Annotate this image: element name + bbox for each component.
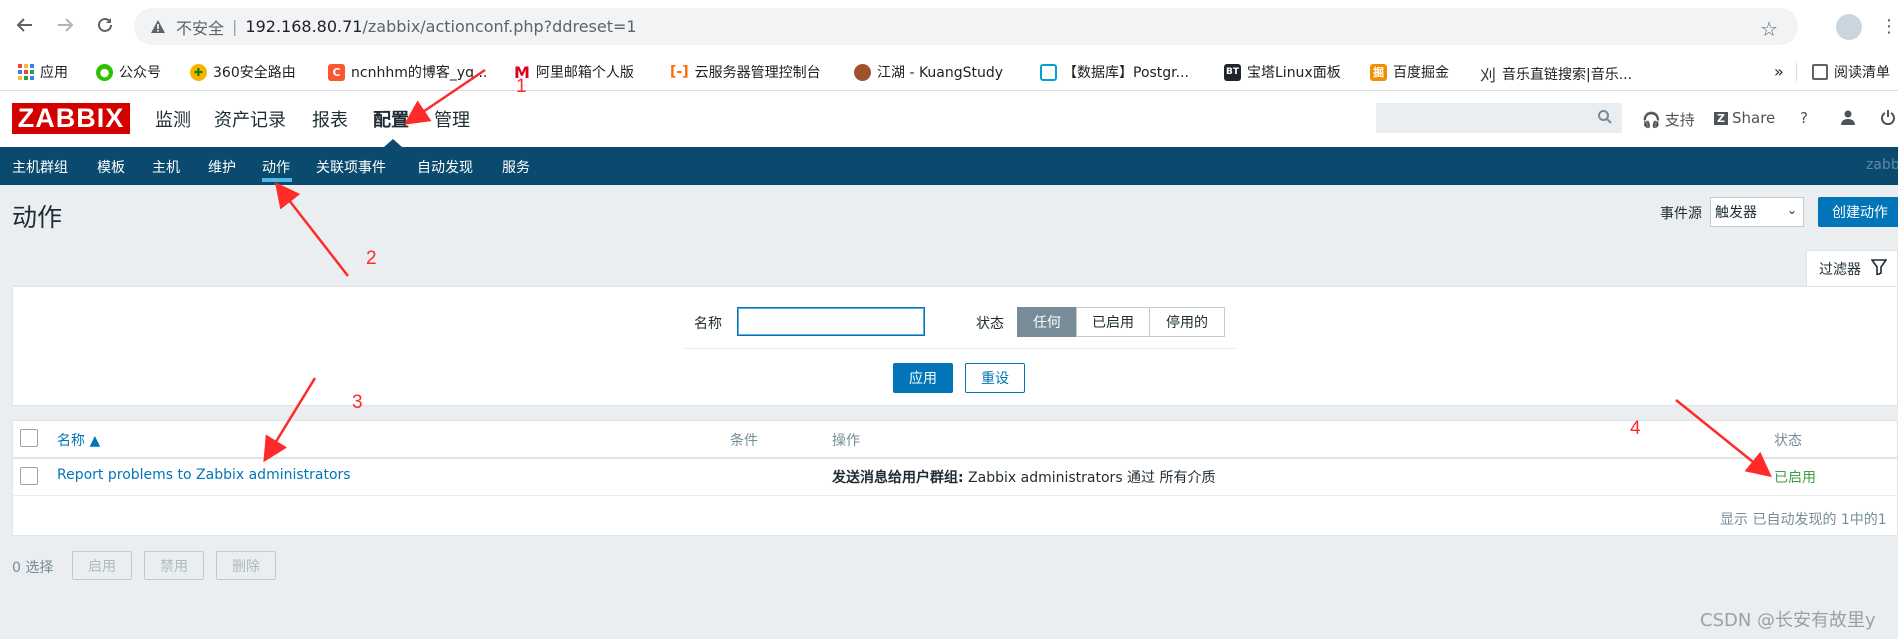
csdn-watermark: CSDN @长安有故里y (1700, 610, 1876, 631)
annotation-arrow-2 (274, 182, 349, 277)
annotation-arrow-4 (1675, 399, 1772, 478)
annotation-arrow-3 (263, 377, 317, 463)
annotation-label-1: 1 (516, 76, 527, 97)
annotation-label-2: 2 (366, 248, 377, 269)
annotation-arrows (263, 68, 1772, 478)
annotation-label-4: 4 (1630, 418, 1641, 439)
annotation-arrow-1 (403, 68, 486, 125)
annotation-label-3: 3 (352, 392, 363, 413)
